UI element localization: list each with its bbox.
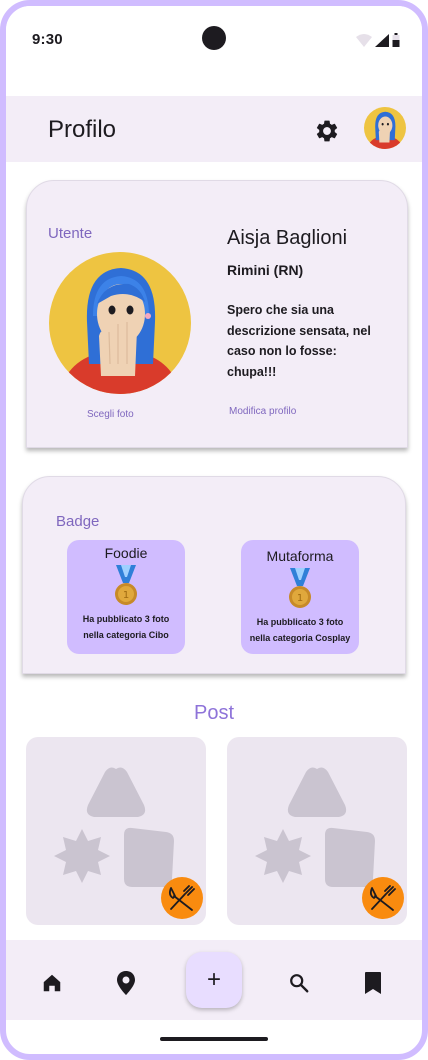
- nav-home[interactable]: [37, 968, 67, 998]
- status-time: 9:30: [32, 31, 63, 48]
- badge-description: Ha pubblicato 3 foto nella categoria Cib…: [82, 614, 170, 640]
- page-title: Profilo: [48, 116, 117, 143]
- image-placeholder-icon: [255, 767, 375, 887]
- user-bio: Spero che sia una descrizione sensata, n…: [227, 303, 371, 379]
- search-icon: [290, 974, 309, 993]
- gear-icon: [316, 120, 338, 142]
- wifi-icon: [356, 34, 372, 47]
- status-bar: 9:30: [6, 6, 422, 96]
- badge-section-label: Badge: [56, 513, 100, 530]
- svg-text:1: 1: [297, 593, 303, 604]
- avatar[interactable]: [364, 107, 406, 149]
- fork-knife-icon: [369, 885, 396, 911]
- badge-foodie[interactable]: Foodie 1 Ha pubblicato 3 foto nella cate…: [67, 540, 185, 654]
- home-indicator: [160, 1037, 268, 1041]
- medal-icon: 1: [115, 565, 137, 605]
- add-post-button[interactable]: +: [186, 952, 242, 1008]
- category-badge: [362, 877, 404, 919]
- post-card[interactable]: [227, 737, 407, 925]
- nav-map[interactable]: [111, 968, 141, 998]
- edit-profile-link[interactable]: Modifica profilo: [229, 406, 296, 417]
- profile-illustration: [49, 252, 191, 394]
- badge-title: Foodie: [104, 545, 148, 561]
- user-card: Utente Scegli foto Aisja Baglioni Rimini…: [26, 180, 408, 448]
- post-card[interactable]: [26, 737, 206, 925]
- location-pin-icon: [117, 971, 135, 995]
- nav-search[interactable]: [284, 968, 314, 998]
- camera-cutout: [202, 26, 226, 50]
- user-section-label: Utente: [48, 225, 93, 242]
- medal-icon: 1: [289, 568, 311, 608]
- choose-photo-link[interactable]: Scegli foto: [87, 409, 134, 420]
- user-name: Aisja Baglioni: [227, 227, 348, 249]
- bookmark-icon: [365, 972, 381, 994]
- battery-icon: [392, 33, 400, 47]
- app-bar: Profilo: [6, 96, 422, 162]
- user-city: Rimini (RN): [227, 262, 304, 278]
- signal-icon: [375, 34, 389, 47]
- home-icon: [43, 974, 61, 992]
- badge-description: Ha pubblicato 3 foto nella categoria Cos…: [249, 617, 351, 643]
- nav-saved[interactable]: [358, 968, 388, 998]
- settings-button[interactable]: [310, 114, 344, 148]
- post-section-title: Post: [193, 702, 235, 724]
- phone-frame: 9:30 Profilo Utente Scegli foto Aisja Ba…: [0, 0, 428, 1060]
- badge-card: Badge Foodie 1 Ha pubblicato 3 foto nell…: [22, 476, 406, 674]
- add-icon: +: [206, 966, 221, 993]
- bottom-navigation: +: [6, 940, 422, 1020]
- image-placeholder-icon: [54, 767, 174, 887]
- category-badge: [161, 877, 203, 919]
- avatar-illustration: [364, 107, 406, 149]
- svg-text:1: 1: [123, 590, 129, 601]
- badge-title: Mutaforma: [266, 548, 334, 564]
- badge-mutaforma[interactable]: Mutaforma 1 Ha pubblicato 3 foto nella c…: [241, 540, 359, 654]
- fork-knife-icon: [168, 885, 195, 911]
- status-icons: [356, 33, 400, 47]
- profile-photo: [49, 252, 191, 394]
